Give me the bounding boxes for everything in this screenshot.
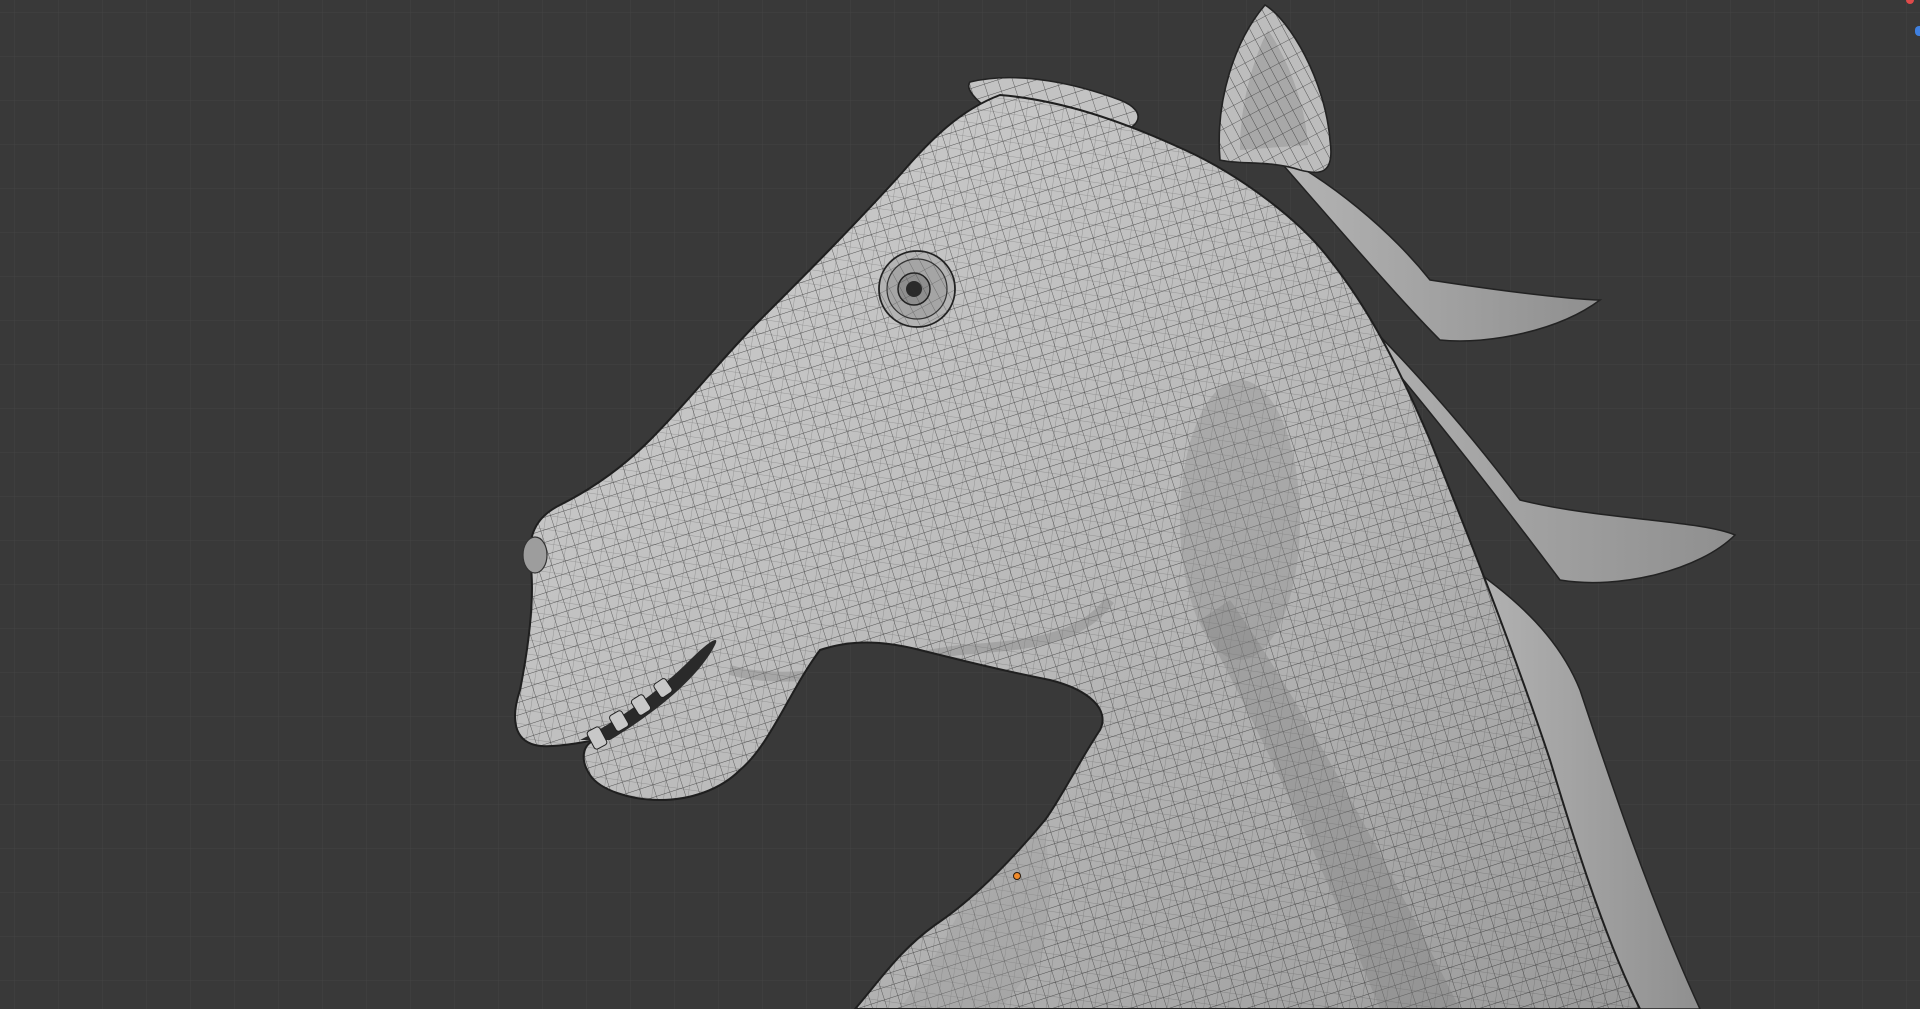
horse-head-mesh[interactable] <box>0 0 1920 1009</box>
nostril <box>522 536 548 574</box>
gizmo-x-axis-icon[interactable] <box>1906 0 1914 4</box>
eye <box>878 250 956 328</box>
object-origin-dot[interactable] <box>1013 872 1021 880</box>
3d-viewport[interactable] <box>0 0 1920 1009</box>
gizmo-z-axis-icon[interactable] <box>1915 26 1920 36</box>
ear-right <box>1218 3 1332 174</box>
navigation-gizmo[interactable] <box>1906 0 1920 40</box>
